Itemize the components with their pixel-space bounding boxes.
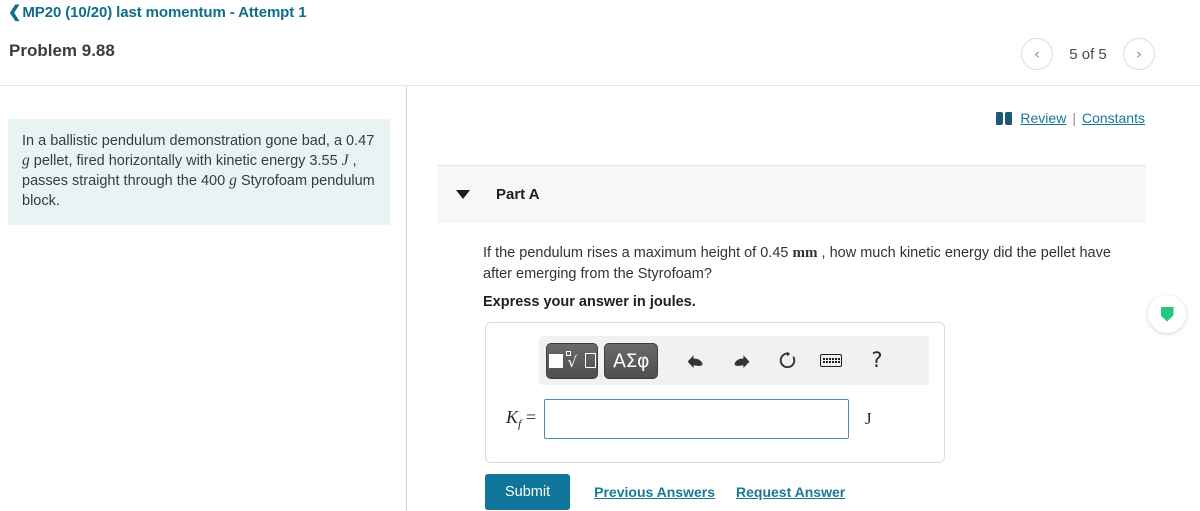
review-link[interactable]: Review — [1020, 110, 1066, 126]
answer-unit-label: J — [865, 409, 872, 428]
help-icon[interactable]: ? — [862, 346, 892, 376]
page-header: ❮ MP20 (10/20) last momentum - Attempt 1… — [0, 0, 1200, 86]
chevron-left-icon: ❮ — [8, 3, 22, 21]
statement-text-2: pellet, fired horizontally with kinetic … — [33, 153, 338, 169]
refresh-icon[interactable] — [772, 346, 802, 376]
greek-letters-button[interactable]: ΑΣφ — [604, 342, 658, 379]
question-unit: mm — [792, 245, 818, 261]
constants-link[interactable]: Constants — [1082, 110, 1145, 126]
statement-text-1: In a ballistic pendulum demonstration go… — [22, 133, 375, 149]
statement-unit-3: g — [229, 172, 237, 189]
chevron-down-icon[interactable] — [456, 190, 470, 199]
problem-pager: ‹ 5 of 5 › — [1021, 38, 1155, 70]
page-title: Problem 9.88 — [9, 41, 115, 60]
answer-input[interactable] — [544, 399, 850, 439]
math-toolbar: √ ΑΣφ ? — [539, 336, 929, 385]
math-template-icon: √ — [548, 350, 596, 370]
links-separator: | — [1072, 110, 1076, 126]
request-answer-link[interactable]: Request Answer — [736, 484, 845, 500]
equals-sign: = — [525, 406, 537, 427]
problem-statement-box: In a ballistic pendulum demonstration go… — [8, 119, 390, 225]
shield-icon — [1160, 306, 1174, 322]
question-text: If the pendulum rises a maximum height o… — [483, 243, 1123, 285]
part-a-label: Part A — [496, 186, 540, 203]
previous-answers-link[interactable]: Previous Answers — [594, 484, 715, 500]
redo-icon[interactable] — [726, 346, 756, 376]
breadcrumb-label: MP20 (10/20) last momentum - Attempt 1 — [22, 4, 307, 21]
answer-actions: Submit Previous Answers Request Answer — [485, 474, 845, 510]
math-template-button[interactable]: √ — [546, 342, 598, 379]
answer-variable-label: Kf = — [506, 407, 536, 432]
submit-button[interactable]: Submit — [485, 474, 571, 510]
variable-subscript: f — [518, 416, 522, 431]
pager-count-label: 5 of 5 — [1069, 45, 1107, 63]
answer-widget: √ ΑΣφ ? Kf = J — [485, 322, 945, 463]
problem-statement-column: In a ballistic pendulum demonstration go… — [0, 86, 406, 511]
shield-floating-button[interactable] — [1148, 295, 1186, 333]
answer-input-row: Kf = J — [486, 399, 946, 439]
prev-problem-button[interactable]: ‹ — [1021, 38, 1053, 70]
question-text-1: If the pendulum rises a maximum height o… — [483, 245, 789, 261]
keyboard-icon[interactable] — [816, 346, 846, 376]
undo-icon[interactable] — [680, 346, 710, 376]
breadcrumb-back-link[interactable]: ❮ MP20 (10/20) last momentum - Attempt 1 — [8, 3, 307, 21]
resource-links: Review | Constants — [996, 110, 1145, 126]
express-instruction: Express your answer in joules. — [483, 294, 696, 310]
statement-unit-1: g — [22, 152, 30, 169]
statement-unit-2: J — [341, 152, 349, 169]
part-a-header[interactable]: Part A — [437, 165, 1146, 223]
variable-symbol: K — [506, 406, 519, 427]
answer-column: Review | Constants Part A If the pendulu… — [407, 86, 1200, 511]
next-problem-button[interactable]: › — [1123, 38, 1155, 70]
book-icon — [996, 111, 1013, 125]
